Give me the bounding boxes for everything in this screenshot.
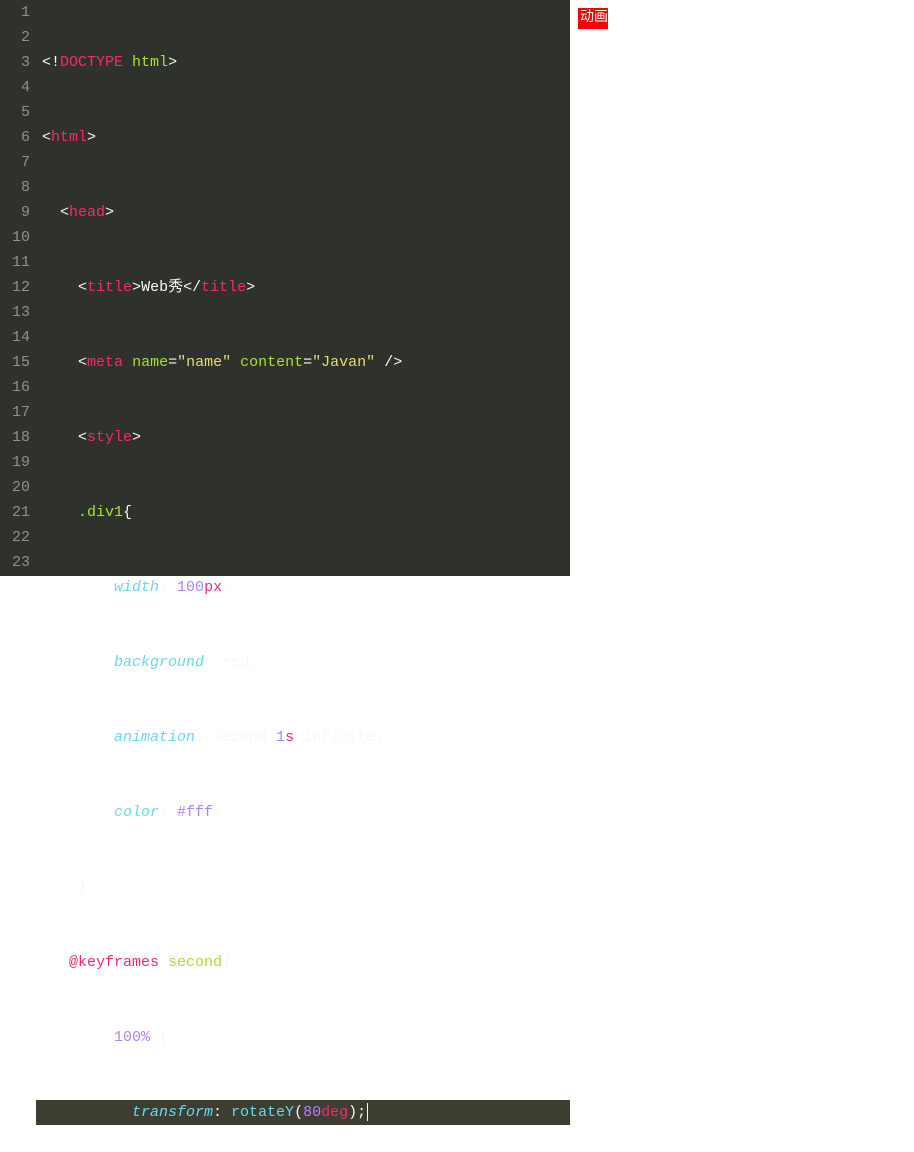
line-number: 1 [0, 0, 30, 25]
line-number: 23 [0, 550, 30, 575]
line-number: 15 [0, 350, 30, 375]
code-line: <!DOCTYPE html> [36, 50, 570, 75]
line-number: 19 [0, 450, 30, 475]
code-line: <title>Web秀</title> [36, 275, 570, 300]
text-cursor [367, 1103, 368, 1121]
preview-pane: 动画 [570, 0, 914, 576]
gutter: 1234567891011121314151617181920212223 [0, 0, 36, 576]
code-line: 100% { [36, 1025, 570, 1050]
line-number: 21 [0, 500, 30, 525]
line-number: 5 [0, 100, 30, 125]
line-number: 6 [0, 125, 30, 150]
code-line: width: 100px; [36, 575, 570, 600]
code-line: <html> [36, 125, 570, 150]
code-line: @keyframes second{ [36, 950, 570, 975]
line-number: 14 [0, 325, 30, 350]
line-number: 7 [0, 150, 30, 175]
line-number: 2 [0, 25, 30, 50]
code-line: } [36, 875, 570, 900]
line-number: 16 [0, 375, 30, 400]
line-number: 13 [0, 300, 30, 325]
line-number: 11 [0, 250, 30, 275]
animated-div: 动画 [578, 8, 608, 29]
line-number: 20 [0, 475, 30, 500]
line-number: 17 [0, 400, 30, 425]
line-number: 18 [0, 425, 30, 450]
code-line: <head> [36, 200, 570, 225]
code-editor[interactable]: 1234567891011121314151617181920212223 <!… [0, 0, 570, 576]
line-number: 3 [0, 50, 30, 75]
code-line: animation: second 1s infinite; [36, 725, 570, 750]
line-number: 9 [0, 200, 30, 225]
line-number: 12 [0, 275, 30, 300]
line-number: 4 [0, 75, 30, 100]
line-number: 22 [0, 525, 30, 550]
line-number: 10 [0, 225, 30, 250]
code-line: <style> [36, 425, 570, 450]
code-line: background: red; [36, 650, 570, 675]
code-line: color: #fff; [36, 800, 570, 825]
line-number: 8 [0, 175, 30, 200]
code-line-active: transform: rotateY(80deg); [36, 1100, 570, 1125]
code-line: .div1{ [36, 500, 570, 525]
code-area[interactable]: <!DOCTYPE html> <html> <head> <title>Web… [36, 0, 570, 576]
code-line: <meta name="name" content="Javan" /> [36, 350, 570, 375]
